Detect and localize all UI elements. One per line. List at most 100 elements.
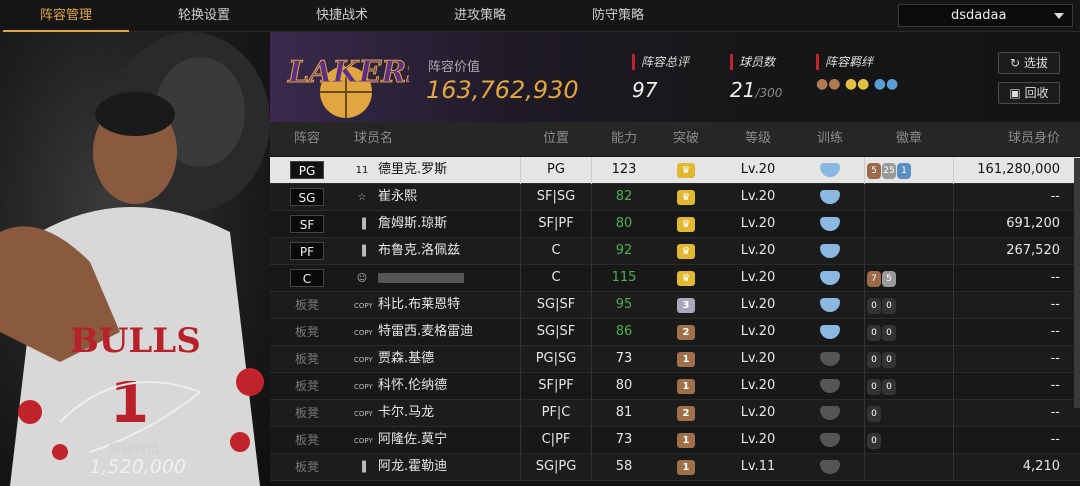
table-row[interactable]: 板凳 COPY 科怀.伦纳德 SF|PF 80 1 Lv.20 0 0 -- xyxy=(270,373,1080,400)
level-cell: Lv.20 xyxy=(740,162,776,177)
account-dropdown[interactable]: dsdadaa xyxy=(898,4,1073,27)
table-row[interactable]: PG 11 德里克.罗斯 PG 123 ♛ Lv.20 5 25 1 161,280,000 xyxy=(270,157,1080,184)
table-row[interactable]: 板凳 COPY 卡尔.马龙 PF|C 81 2 Lv.20 0 -- xyxy=(270,400,1080,427)
badges-cell[interactable] xyxy=(864,454,954,481)
breakthrough-cell[interactable]: 1 xyxy=(656,346,716,373)
badges-cell[interactable]: 00 xyxy=(864,292,954,319)
training-cell[interactable] xyxy=(800,238,860,265)
breakthrough-cell[interactable]: ♛ xyxy=(656,184,716,211)
col-badges[interactable]: 徽章 xyxy=(864,122,954,156)
player-name[interactable]: 阿龙.霍勒迪 xyxy=(378,454,447,481)
slot-cell: C xyxy=(270,265,344,292)
recycle-button[interactable]: ▣ 回收 xyxy=(998,82,1060,104)
breakthrough-cell[interactable]: ♛ xyxy=(656,238,716,265)
ability-cell: 115 xyxy=(611,270,637,285)
col-name[interactable]: 球员名 xyxy=(354,122,414,156)
col-slot[interactable]: 阵容 xyxy=(270,122,344,156)
crown-icon: ♛ xyxy=(677,271,695,286)
table-row[interactable]: PF ▐ 布鲁克.洛佩兹 C 92 ♛ Lv.20 267,520 xyxy=(270,238,1080,265)
tab-tactics[interactable]: 快捷战术 xyxy=(279,0,405,32)
badges-cell[interactable]: 5 25 1 xyxy=(864,157,954,184)
recycle-icon: ▣ xyxy=(1009,86,1025,100)
tab-rotation[interactable]: 轮换设置 xyxy=(141,0,267,32)
badges-cell[interactable]: 0 xyxy=(864,400,954,427)
training-cell[interactable] xyxy=(800,265,860,292)
breakthrough-cell[interactable]: 3 xyxy=(656,292,716,319)
badges-cell[interactable]: 00 xyxy=(864,373,954,400)
bond-blue-icon[interactable]: ●● xyxy=(874,76,898,92)
tab-lineup[interactable]: 阵容管理 xyxy=(3,0,129,32)
breakthrough-cell[interactable]: ♛ xyxy=(656,265,716,292)
player-name[interactable]: 贾森.基德 xyxy=(378,346,434,373)
ability-cell: 81 xyxy=(615,405,633,420)
training-cell[interactable] xyxy=(800,427,860,454)
level-cell: Lv.20 xyxy=(740,189,776,204)
svg-text:LAKERS: LAKERS xyxy=(287,55,409,90)
badges-cell[interactable]: 0 xyxy=(864,427,954,454)
player-name[interactable]: 詹姆斯.琼斯 xyxy=(378,211,447,238)
col-ability[interactable]: 能力 xyxy=(592,122,656,156)
player-name[interactable]: 卡尔.马龙 xyxy=(378,400,434,427)
table-row[interactable]: SG ☆ 崔永熙 SF|SG 82 ♛ Lv.20 -- xyxy=(270,184,1080,211)
badges-cell[interactable]: 00 xyxy=(864,319,954,346)
account-name: dsdadaa xyxy=(951,8,1007,23)
training-cell[interactable] xyxy=(800,400,860,427)
col-training[interactable]: 训练 xyxy=(800,122,860,156)
table-row[interactable]: 板凳 COPY 贾森.基德 PG|SG 73 1 Lv.20 0 0 -- xyxy=(270,346,1080,373)
slot-cell: 板凳 xyxy=(270,427,344,454)
col-level[interactable]: 等级 xyxy=(716,122,800,156)
tab-defense[interactable]: 防守策略 xyxy=(555,0,681,32)
training-cell[interactable] xyxy=(800,292,860,319)
training-cell[interactable] xyxy=(800,319,860,346)
badges-cell[interactable] xyxy=(864,184,954,211)
table-row[interactable]: SF ▐ 詹姆斯.琼斯 SF|PF 80 ♛ Lv.20 691,200 xyxy=(270,211,1080,238)
col-position[interactable]: 位置 xyxy=(520,122,592,156)
bond-bronze-icon[interactable]: ●● xyxy=(816,76,840,92)
player-name[interactable]: 崔永熙 xyxy=(378,184,417,211)
player-name[interactable] xyxy=(378,265,464,292)
badge-icon: 5 xyxy=(867,163,881,179)
player-name[interactable]: 特雷西.麦格雷迪 xyxy=(378,319,473,346)
level-cell: Lv.20 xyxy=(740,216,776,231)
training-cell[interactable] xyxy=(800,157,860,184)
breakthrough-cell[interactable]: 1 xyxy=(656,454,716,481)
player-name[interactable]: 阿隆佐.莫宁 xyxy=(378,427,447,454)
table-row[interactable]: C ☺ C 115 ♛ Lv.20 7 5 -- xyxy=(270,265,1080,292)
card-value-label: 阵容价值 xyxy=(108,442,161,457)
training-cell[interactable] xyxy=(800,373,860,400)
breakthrough-cell[interactable]: 1 xyxy=(656,427,716,454)
team-value: 163,762,930 xyxy=(426,76,579,104)
scrollbar[interactable] xyxy=(1074,158,1080,408)
breakthrough-cell[interactable]: 2 xyxy=(656,319,716,346)
breakthrough-cell[interactable]: 2 xyxy=(656,400,716,427)
player-name[interactable]: 布鲁克.洛佩兹 xyxy=(378,238,460,265)
breakthrough-cell[interactable]: ♛ xyxy=(656,211,716,238)
breakthrough-cell[interactable]: ♛ xyxy=(656,157,716,184)
col-breakthrough[interactable]: 突破 xyxy=(656,122,716,156)
training-cell[interactable] xyxy=(800,184,860,211)
training-cell[interactable] xyxy=(800,346,860,373)
player-portrait: BULLS 1 xyxy=(0,32,270,486)
select-button[interactable]: ↻ 选拔 xyxy=(998,52,1060,74)
value-cell: 4,210 xyxy=(1022,459,1060,474)
badges-cell[interactable]: 00 xyxy=(864,346,954,373)
table-row[interactable]: 板凳 COPY 科比.布莱恩特 SG|SF 95 3 Lv.20 0 0 -- xyxy=(270,292,1080,319)
bond-gold-icon[interactable]: ●● xyxy=(845,76,869,92)
slot-cell: 板凳 xyxy=(270,373,344,400)
table-row[interactable]: 板凳 COPY 阿隆佐.莫宁 C|PF 73 1 Lv.20 0 -- xyxy=(270,427,1080,454)
player-name[interactable]: 科比.布莱恩特 xyxy=(378,292,460,319)
tab-offense[interactable]: 进攻策略 xyxy=(417,0,543,32)
training-cell[interactable] xyxy=(800,211,860,238)
badges-cell[interactable] xyxy=(864,211,954,238)
table-row[interactable]: 板凳 COPY 特雷西.麦格雷迪 SG|SF 86 2 Lv.20 0 0 -- xyxy=(270,319,1080,346)
training-cell[interactable] xyxy=(800,454,860,481)
col-value[interactable]: 球员身价 xyxy=(960,122,1060,156)
badges-cell[interactable]: 75 xyxy=(864,265,954,292)
player-name[interactable]: 科怀.伦纳德 xyxy=(378,373,447,400)
table-row[interactable]: 板凳 ▐ 阿龙.霍勒迪 SG|PG 58 1 Lv.11 4,210 xyxy=(270,454,1080,481)
value-cell: -- xyxy=(1050,189,1060,204)
badges-cell[interactable] xyxy=(864,238,954,265)
player-name[interactable]: 德里克.罗斯 xyxy=(378,157,447,184)
position-cell: SF|SG xyxy=(520,184,592,211)
breakthrough-cell[interactable]: 1 xyxy=(656,373,716,400)
